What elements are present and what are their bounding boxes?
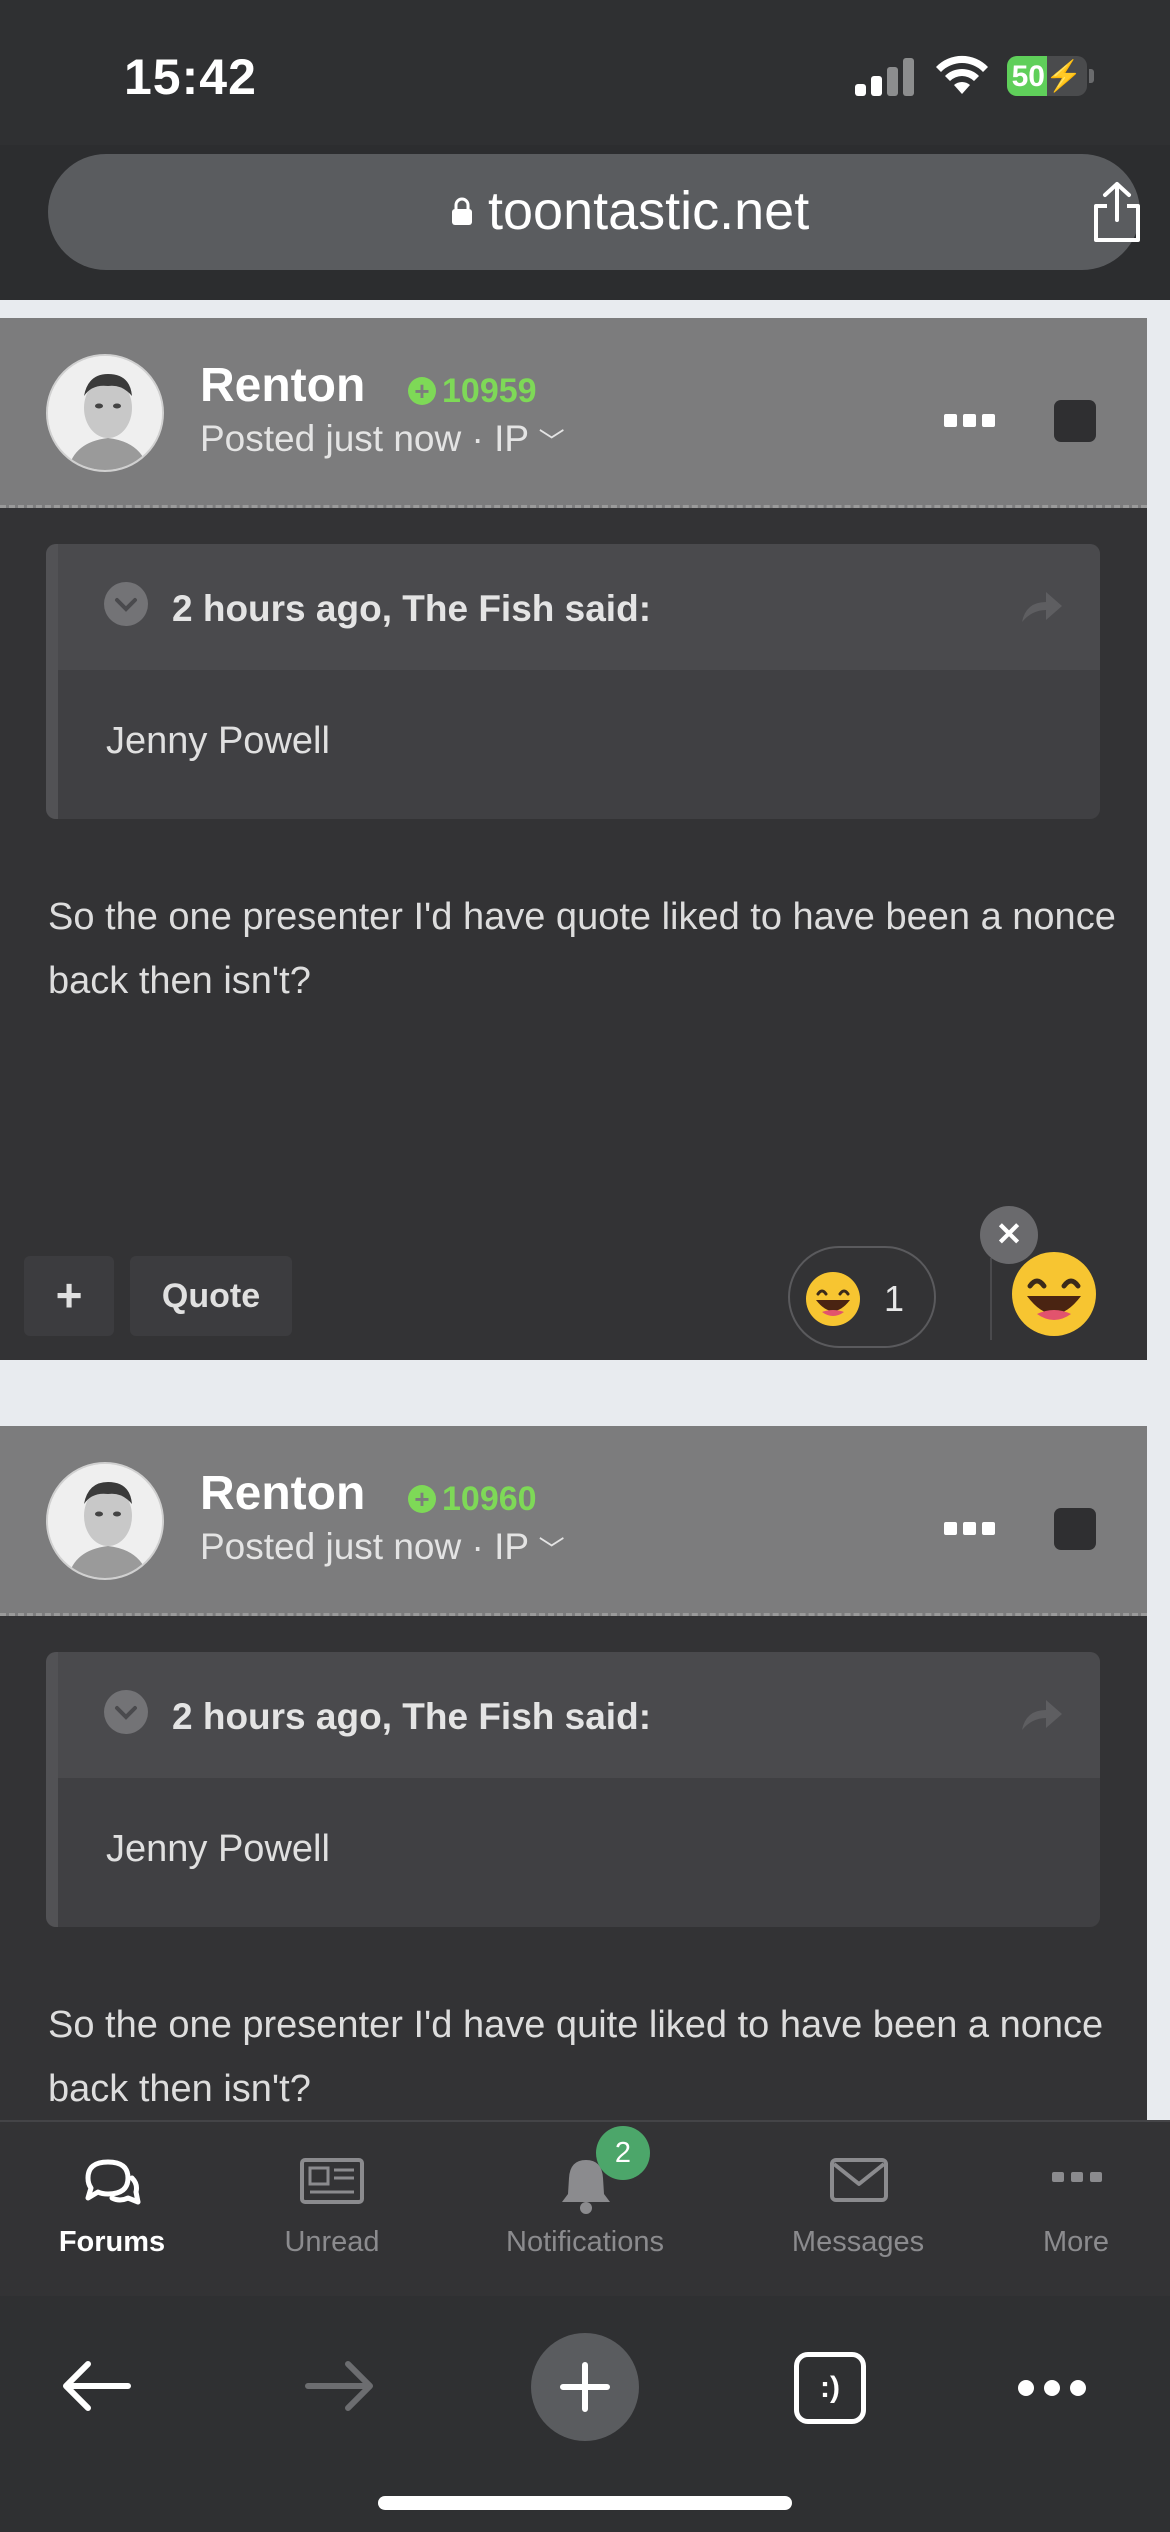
chevron-down-icon: ﹀ (538, 1535, 565, 1565)
home-indicator (378, 2496, 792, 2510)
tab-label: Unread (284, 2226, 380, 2258)
reaction-count: 1 (884, 1278, 905, 1319)
post-body: So the one presenter I'd have quite like… (48, 2004, 1104, 2110)
status-time: 15:42 (124, 49, 257, 105)
post-header: Renton +10960 Posted just now · IP ﹀ (0, 1426, 1147, 1616)
grinning-face-react-icon[interactable] (1010, 1250, 1098, 1338)
post-author[interactable]: Renton (200, 1466, 365, 1521)
post-author[interactable]: Renton (200, 358, 365, 413)
menu-dots-icon[interactable] (1016, 2378, 1088, 2398)
address-bar[interactable]: toontastic.net (48, 154, 1140, 270)
quote-accent-bar (46, 1652, 58, 1927)
tab-notifications[interactable]: 2 Notifications (484, 2122, 686, 2298)
reputation-count: 10959 (442, 372, 537, 410)
notifications-badge: 2 (596, 2126, 650, 2180)
quote-body: Jenny Powell (106, 1828, 330, 1870)
post-meta[interactable]: Posted just now · IP ﹀ (200, 1526, 565, 1568)
chevron-down-icon: ﹀ (538, 427, 565, 457)
cellular-signal-icon (855, 58, 915, 96)
quote-citation: 2 hours ago, The Fish said: (172, 588, 652, 629)
reputation-count: 10960 (442, 1480, 537, 1518)
remove-reaction-close-icon[interactable]: ✕ (980, 1206, 1038, 1264)
tab-label: More (1042, 2226, 1110, 2258)
quote-block: 2 hours ago, The Fish said: Jenny Powell (46, 1652, 1100, 1927)
battery-percent: 50 (1011, 60, 1045, 93)
goto-quoted-post-icon[interactable] (1018, 586, 1064, 626)
collapse-chevron-icon[interactable] (104, 1690, 148, 1734)
goto-quoted-post-icon[interactable] (1018, 1694, 1064, 1734)
forward-arrow-icon[interactable] (302, 2358, 378, 2414)
tab-label: Messages (791, 2226, 925, 2258)
tab-unread[interactable]: Unread (262, 2122, 402, 2298)
forum-post: Renton +10960 Posted just now · IP ﹀ 2 h… (0, 1426, 1147, 2126)
post-select-checkbox[interactable] (1054, 1508, 1096, 1550)
reputation-badge: +10959 (408, 372, 537, 411)
battery-icon: 50⚡ (1007, 56, 1087, 96)
forum-post: Renton +10959 Posted just now · IP ﹀ 2 h… (0, 318, 1147, 1360)
reaction-summary-button[interactable]: 1 (788, 1246, 936, 1348)
tab-label: Forums (58, 2226, 166, 2258)
quote-citation: 2 hours ago, The Fish said: (172, 1696, 652, 1737)
quote-accent-bar (46, 544, 58, 819)
avatar[interactable] (46, 1462, 164, 1580)
quote-button[interactable]: Quote (130, 1256, 292, 1336)
forum-tab-bar: Forums Unread 2 Notifications Messages M… (0, 2120, 1170, 2296)
collapse-chevron-icon[interactable] (104, 582, 148, 626)
tab-label: Notifications (506, 2226, 664, 2258)
tabs-icon[interactable]: :) (794, 2352, 866, 2424)
lock-icon (452, 197, 472, 225)
tab-forums[interactable]: Forums (40, 2122, 184, 2298)
quote-body: Jenny Powell (106, 720, 330, 762)
reputation-plus-icon: + (408, 1485, 436, 1513)
post-meta-text: Posted just now · IP (200, 418, 529, 459)
post-meta-text: Posted just now · IP (200, 1526, 529, 1567)
reaction-divider (990, 1258, 992, 1340)
share-icon[interactable] (1088, 180, 1146, 244)
avatar[interactable] (46, 354, 164, 472)
back-arrow-icon[interactable] (58, 2358, 134, 2414)
post-body: So the one presenter I'd have quote like… (48, 896, 1116, 1002)
reputation-badge: +10960 (408, 1480, 537, 1519)
wifi-icon (936, 55, 988, 94)
battery-tip (1089, 69, 1094, 83)
post-header: Renton +10959 Posted just now · IP ﹀ (0, 318, 1147, 508)
post-options-menu-icon[interactable] (944, 414, 996, 428)
more-dots-icon (1052, 2172, 1102, 2182)
quote-block: 2 hours ago, The Fish said: Jenny Powell (46, 544, 1100, 819)
new-tab-plus-icon[interactable] (530, 2332, 640, 2442)
newspaper-icon (300, 2158, 364, 2204)
quote-header[interactable]: 2 hours ago, The Fish said: (58, 544, 1100, 670)
grinning-face-icon (806, 1272, 860, 1326)
chat-bubbles-icon (85, 2159, 141, 2205)
envelope-icon (830, 2158, 888, 2202)
multiquote-add-button[interactable]: + (24, 1256, 114, 1336)
post-options-menu-icon[interactable] (944, 1522, 996, 1536)
post-meta[interactable]: Posted just now · IP ﹀ (200, 418, 565, 460)
post-select-checkbox[interactable] (1054, 400, 1096, 442)
status-bar: 15:42 50⚡ (0, 0, 1170, 145)
reputation-plus-icon: + (408, 377, 436, 405)
url-text: toontastic.net (488, 181, 810, 241)
tab-more[interactable]: More (1000, 2122, 1152, 2298)
quote-header[interactable]: 2 hours ago, The Fish said: (58, 1652, 1100, 1778)
tab-messages[interactable]: Messages (770, 2122, 946, 2298)
